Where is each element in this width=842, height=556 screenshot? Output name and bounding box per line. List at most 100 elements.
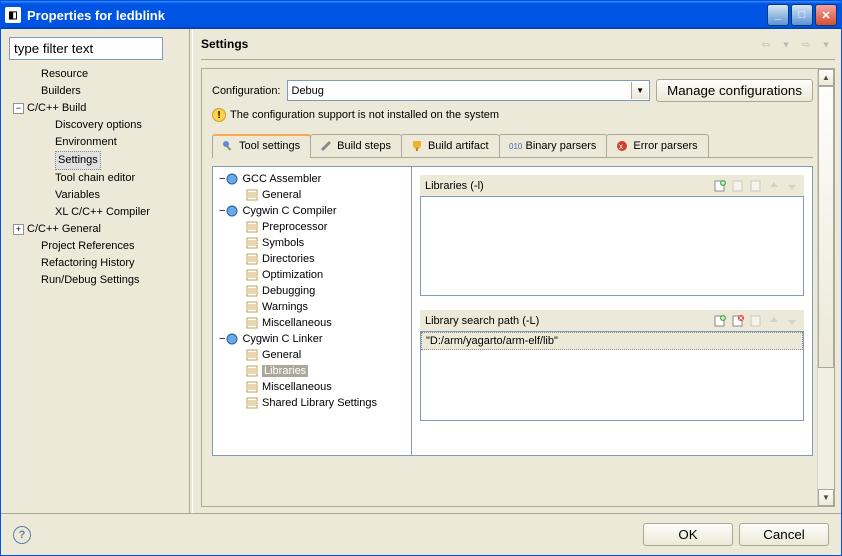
nav-discovery[interactable]: Discovery options <box>9 117 185 134</box>
nav-ccbuild[interactable]: −C/C++ Build <box>9 100 185 117</box>
libraries-list[interactable] <box>420 196 804 296</box>
tab-build-artifact[interactable]: Build artifact <box>401 134 500 157</box>
delete-icon[interactable] <box>730 178 745 193</box>
tool-general[interactable]: General <box>215 187 409 203</box>
collapse-icon[interactable]: − <box>13 103 24 114</box>
tool-preprocessor[interactable]: Preprocessor <box>215 219 409 235</box>
scroll-down-button[interactable]: ▼ <box>818 489 834 506</box>
add-icon[interactable] <box>712 313 727 328</box>
help-icon[interactable]: ? <box>13 526 31 544</box>
nav-tree: Resource Builders −C/C++ Build Discovery… <box>9 66 185 289</box>
nav-resource[interactable]: Resource <box>9 66 185 83</box>
manage-configs-button[interactable]: Manage configurations <box>656 79 813 102</box>
tool-optimization[interactable]: Optimization <box>215 267 409 283</box>
scroll-track[interactable] <box>818 86 834 489</box>
nav-rundebug[interactable]: Run/Debug Settings <box>9 272 185 289</box>
delete-icon[interactable] <box>730 313 745 328</box>
chevron-down-icon[interactable]: ▼ <box>631 82 648 99</box>
warning-text: The configuration support is not install… <box>230 109 499 121</box>
maximize-button[interactable]: □ <box>791 4 813 26</box>
tab-binary-parsers[interactable]: 010 Binary parsers <box>499 134 608 157</box>
tabbar: Tool settings Build steps Build artifact… <box>212 134 813 158</box>
nav-settings[interactable]: Settings <box>9 151 185 170</box>
tool-linker-misc[interactable]: Miscellaneous <box>215 379 409 395</box>
tool-gcc-assembler[interactable]: −GCC Assembler <box>215 171 409 187</box>
libraries-group: Libraries (-l) <box>420 175 804 296</box>
page-icon <box>245 364 259 378</box>
back-button[interactable]: ⇦ <box>757 35 775 53</box>
down-icon[interactable] <box>784 313 799 328</box>
nav-refactor[interactable]: Refactoring History <box>9 255 185 272</box>
tab-error-parsers[interactable]: x Error parsers <box>606 134 708 157</box>
svg-text:010: 010 <box>509 142 522 151</box>
nav-ccgeneral[interactable]: +C/C++ General <box>9 221 185 238</box>
page-icon <box>245 300 259 314</box>
tool-debugging[interactable]: Debugging <box>215 283 409 299</box>
page-icon <box>245 188 259 202</box>
tool-cygwin-linker[interactable]: −Cygwin C Linker <box>215 331 409 347</box>
tool-directories[interactable]: Directories <box>215 251 409 267</box>
up-icon[interactable] <box>766 178 781 193</box>
vertical-scrollbar[interactable]: ▲ ▼ <box>817 69 834 506</box>
close-button[interactable]: ✕ <box>815 4 837 26</box>
cancel-button[interactable]: Cancel <box>739 523 829 546</box>
tab-tool-settings[interactable]: Tool settings <box>212 134 311 157</box>
expand-icon[interactable]: + <box>13 224 24 235</box>
list-item[interactable]: "D:/arm/yagarto/arm-elf/lib" <box>421 332 803 350</box>
config-label: Configuration: <box>212 85 281 97</box>
page-icon <box>245 284 259 298</box>
nav-environment[interactable]: Environment <box>9 134 185 151</box>
filter-input[interactable] <box>9 37 163 60</box>
ok-button[interactable]: OK <box>643 523 733 546</box>
nav-panel: Resource Builders −C/C++ Build Discovery… <box>1 29 189 513</box>
settings-detail: Libraries (-l) <box>412 166 813 456</box>
config-combo[interactable]: Debug ▼ <box>287 80 651 101</box>
tool-icon <box>225 332 239 346</box>
minimize-button[interactable]: _ <box>767 4 789 26</box>
forward-button[interactable]: ⇨ <box>797 35 815 53</box>
edit-icon[interactable] <box>748 178 763 193</box>
page-title: Settings <box>201 37 248 51</box>
nav-xlcompiler[interactable]: XL C/C++ Compiler <box>9 204 185 221</box>
libraries-label: Libraries (-l) <box>425 180 484 192</box>
tool-tree[interactable]: −GCC Assembler General −Cygwin C Compile… <box>212 166 412 456</box>
tool-misc[interactable]: Miscellaneous <box>215 315 409 331</box>
up-icon[interactable] <box>766 313 781 328</box>
wrench-icon <box>221 139 235 153</box>
edit-icon[interactable] <box>748 313 763 328</box>
app-icon: ◧ <box>5 7 21 23</box>
warning-icon: ! <box>212 108 226 122</box>
footer: ? OK Cancel <box>1 513 841 555</box>
svg-text:x: x <box>619 142 623 151</box>
down-icon[interactable] <box>784 178 799 193</box>
nav-projrefs[interactable]: Project References <box>9 238 185 255</box>
settings-panel: Settings ⇦ ▾ ⇨ ▾ Configuration: Debug ▼ … <box>193 29 841 513</box>
scroll-thumb[interactable] <box>818 86 834 368</box>
tool-warnings[interactable]: Warnings <box>215 299 409 315</box>
page-icon <box>245 316 259 330</box>
nav-builders[interactable]: Builders <box>9 83 185 100</box>
page-icon <box>245 396 259 410</box>
tool-cygwin-compiler[interactable]: −Cygwin C Compiler <box>215 203 409 219</box>
error-icon: x <box>615 139 629 153</box>
add-icon[interactable] <box>712 178 727 193</box>
window-title: Properties for ledblink <box>27 8 767 23</box>
library-search-path-list[interactable]: "D:/arm/yagarto/arm-elf/lib" <box>420 331 804 421</box>
titlebar: ◧ Properties for ledblink _ □ ✕ <box>1 1 841 29</box>
tool-linker-general[interactable]: General <box>215 347 409 363</box>
binary-icon: 010 <box>508 139 522 153</box>
nav-variables[interactable]: Variables <box>9 187 185 204</box>
page-icon <box>245 268 259 282</box>
page-icon <box>245 380 259 394</box>
tool-linker-shared[interactable]: Shared Library Settings <box>215 395 409 411</box>
back-menu-button[interactable]: ▾ <box>777 35 795 53</box>
tool-linker-libraries[interactable]: Libraries <box>215 363 409 379</box>
scroll-up-button[interactable]: ▲ <box>818 69 834 86</box>
page-icon <box>245 252 259 266</box>
config-value: Debug <box>292 85 324 97</box>
forward-menu-button[interactable]: ▾ <box>817 35 835 53</box>
tool-symbols[interactable]: Symbols <box>215 235 409 251</box>
nav-toolchain[interactable]: Tool chain editor <box>9 170 185 187</box>
trophy-icon <box>410 139 424 153</box>
tab-build-steps[interactable]: Build steps <box>310 134 402 157</box>
